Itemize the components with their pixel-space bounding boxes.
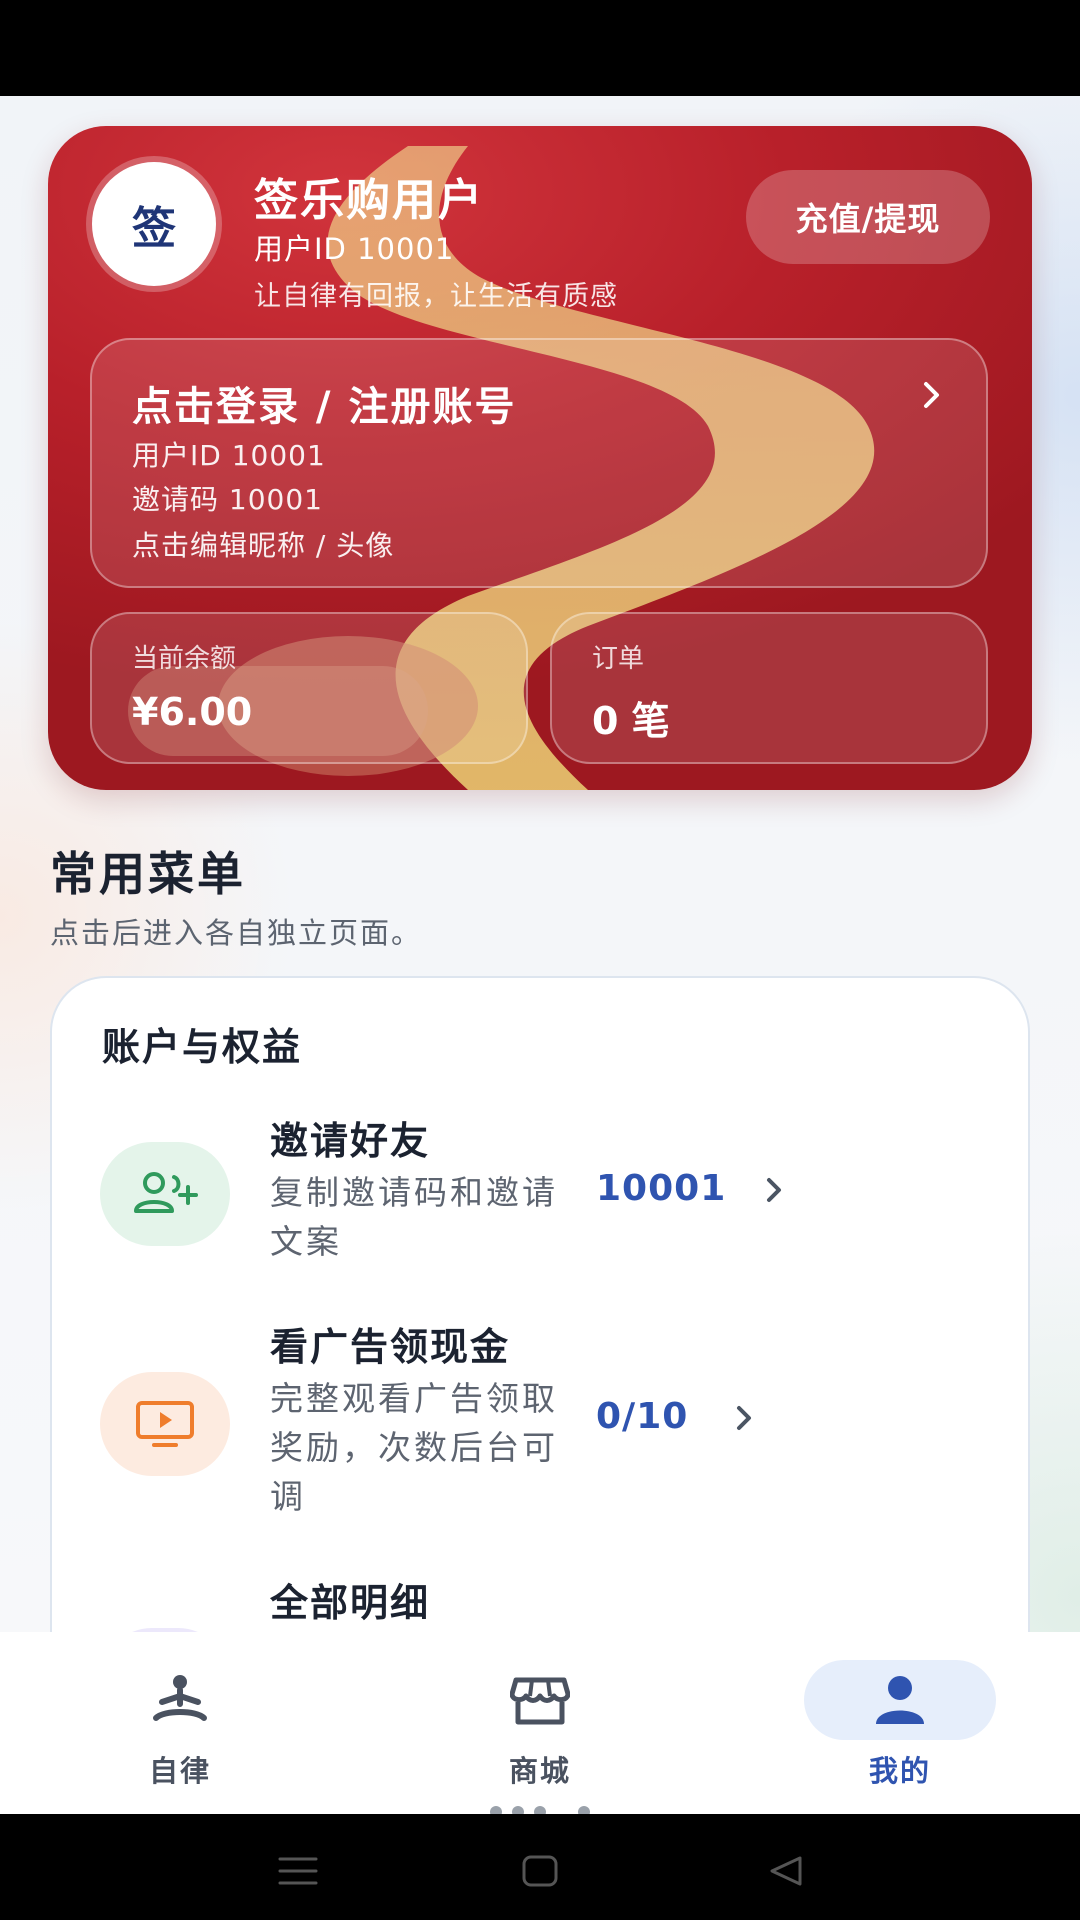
recharge-withdraw-button[interactable]: 充值/提现 xyxy=(746,170,990,264)
menu-icon[interactable] xyxy=(276,1854,320,1888)
login-invite-code: 邀请码 10001 xyxy=(132,483,323,516)
add-user-icon xyxy=(100,1142,230,1246)
play-screen-icon xyxy=(100,1372,230,1476)
home-icon[interactable] xyxy=(520,1854,560,1888)
balance-label: 当前余额 xyxy=(132,644,237,674)
tab-store[interactable]: 商城 xyxy=(420,1632,660,1814)
menu-item-title: 看广告领现金 xyxy=(270,1325,511,1369)
orders-label: 订单 xyxy=(592,644,645,674)
login-user-id: 用户ID 10001 xyxy=(132,439,326,472)
orders-box[interactable]: 订单 0 笔 xyxy=(550,612,988,764)
meditation-icon xyxy=(153,1675,207,1721)
user-id-label: 用户ID 10001 xyxy=(254,232,455,266)
group-title: 账户与权益 xyxy=(102,1025,303,1069)
menu-item-desc: 完整观看广告领取奖励，次数后台可调 xyxy=(270,1379,558,1516)
balance-value: ¥6.00 xyxy=(132,690,253,734)
menu-item-invite-friends[interactable]: 邀请好友 复制邀请码和邀请文案 10001 xyxy=(52,1110,1032,1270)
avatar[interactable]: 签 xyxy=(92,162,216,286)
back-icon[interactable] xyxy=(766,1854,806,1888)
tab-self-discipline[interactable]: 自律 xyxy=(60,1632,300,1814)
status-bar xyxy=(0,0,1080,96)
chevron-right-icon xyxy=(924,382,939,408)
tab-label: 商城 xyxy=(508,1754,571,1788)
balance-box[interactable]: 当前余额 ¥6.00 xyxy=(90,612,528,764)
menu-section-subtitle: 点击后进入各自独立页面。 xyxy=(50,916,423,950)
orders-value: 0 笔 xyxy=(592,699,670,743)
chevron-right-icon xyxy=(767,1178,781,1202)
login-register-panel[interactable]: 点击登录 / 注册账号 用户ID 10001 邀请码 10001 点击编辑昵称 … xyxy=(90,338,988,588)
menu-item-title: 邀请好友 xyxy=(270,1119,431,1163)
menu-item-all-details[interactable]: 全部明细 xyxy=(52,1572,1032,1632)
menu-card: 账户与权益 邀请好友 复制邀请码和邀请文案 10001 看广告领现金 完整观看广… xyxy=(50,976,1030,1632)
login-title: 点击登录 / 注册账号 xyxy=(132,384,517,430)
username: 签乐购用户 xyxy=(254,175,484,226)
menu-item-title: 全部明细 xyxy=(270,1581,431,1625)
store-icon xyxy=(510,1677,570,1725)
invite-code-value: 10001 xyxy=(596,1168,727,1209)
tab-mine[interactable]: 我的 xyxy=(780,1632,1020,1814)
tab-label: 我的 xyxy=(868,1754,931,1788)
tab-label: 自律 xyxy=(148,1754,211,1788)
bottom-nav: 自律 商城 我的 xyxy=(0,1632,1080,1814)
slogan: 让自律有回报，让生活有质感 xyxy=(254,281,618,312)
menu-section-title: 常用菜单 xyxy=(50,847,246,901)
profile-page: 签 签乐购用户 用户ID 10001 让自律有回报，让生活有质感 充值/提现 点… xyxy=(0,96,1080,1632)
ad-count-value: 0/10 xyxy=(596,1396,689,1437)
system-nav-bar xyxy=(0,1814,1080,1920)
menu-item-desc: 复制邀请码和邀请文案 xyxy=(270,1173,558,1261)
avatar-char: 签 xyxy=(132,203,176,254)
chevron-right-icon xyxy=(737,1406,751,1430)
menu-item-watch-ads[interactable]: 看广告领现金 完整观看广告领取奖励，次数后台可调 0/10 xyxy=(52,1316,1032,1516)
edit-profile-hint: 点击编辑昵称 / 头像 xyxy=(132,529,395,562)
person-icon xyxy=(876,1676,924,1724)
profile-hero-card: 签 签乐购用户 用户ID 10001 让自律有回报，让生活有质感 充值/提现 点… xyxy=(48,126,1032,790)
